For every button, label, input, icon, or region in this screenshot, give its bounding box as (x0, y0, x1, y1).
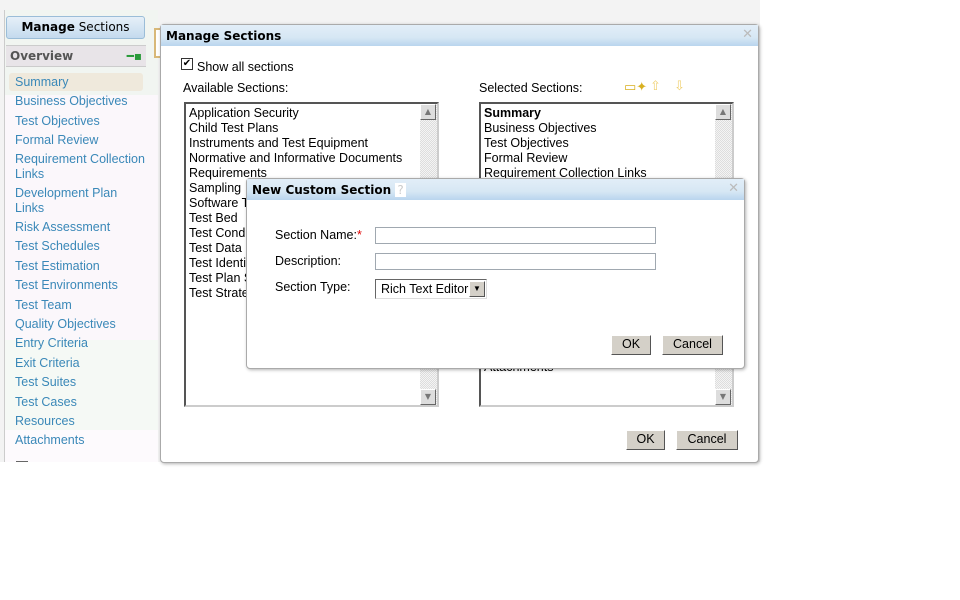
sidebar-item[interactable]: Business Objectives (15, 94, 128, 109)
sidebar-item[interactable]: Entry Criteria (15, 336, 88, 351)
list-item[interactable]: Instruments and Test Equipment (186, 136, 437, 151)
list-item[interactable]: Child Test Plans (186, 121, 437, 136)
close-icon[interactable]: ✕ (728, 182, 739, 196)
new-custom-section-dialog: New Custom Section ? ✕ Section Name:* Des… (246, 178, 745, 369)
sidebar-item[interactable]: Test Suites (15, 375, 76, 390)
cancel-button[interactable]: Cancel (662, 335, 723, 355)
sidebar-item[interactable]: Development Plan Links (15, 186, 117, 216)
available-label: Available Sections: (183, 81, 289, 95)
scroll-up-icon[interactable]: ▲ (715, 104, 731, 120)
sidebar-item[interactable]: Test Schedules (15, 239, 100, 254)
sidebar-item[interactable]: Attachments (15, 433, 84, 448)
dialog-title-bar: New Custom Section ? ✕ (247, 179, 744, 200)
dialog-title: Manage Sections (166, 29, 282, 43)
scroll-up-icon[interactable]: ▲ (420, 104, 436, 120)
ok-button[interactable]: OK (611, 335, 651, 355)
selected-label: Selected Sections: (479, 81, 583, 95)
show-all-label: Show all sections (197, 60, 294, 74)
sidebar-item[interactable]: Test Environments (15, 278, 118, 293)
sidebar-item[interactable]: Test Estimation (15, 259, 100, 274)
close-icon[interactable]: ✕ (742, 28, 753, 42)
show-all-sections-checkbox[interactable] (16, 461, 28, 463)
move-down-icon[interactable]: ⇩ (674, 79, 685, 94)
sidebar-item[interactable]: Formal Review (15, 133, 98, 148)
list-item[interactable]: Formal Review (481, 151, 732, 166)
overview-label: Overview (10, 49, 74, 63)
sidebar-item[interactable]: Test Team (15, 298, 72, 313)
section-type-value: Rich Text Editor (381, 282, 469, 296)
list-item[interactable]: Application Security (186, 106, 437, 121)
scroll-down-icon[interactable]: ▼ (420, 389, 436, 405)
manage-sections-button[interactable]: Manage Sections (6, 16, 145, 39)
list-item[interactable]: Test Objectives (481, 136, 732, 151)
section-type-select[interactable]: Rich Text Editor ▼ (375, 279, 487, 299)
ok-button[interactable]: OK (626, 430, 665, 450)
sidebar-item[interactable]: Requirement Collection Links (15, 152, 145, 182)
manage-label-bold: Manage (21, 20, 75, 34)
scroll-down-icon[interactable]: ▼ (715, 389, 731, 405)
sidebar-item[interactable]: Quality Objectives (15, 317, 116, 332)
section-name-input[interactable] (375, 227, 656, 244)
chevron-down-icon[interactable]: ▼ (469, 281, 485, 297)
manage-label-rest: Sections (74, 20, 130, 34)
sidebar-item[interactable]: Test Objectives (15, 114, 100, 129)
dialog-title-bar: Manage Sections ✕ (161, 25, 758, 46)
pin-icon[interactable]: ━▪ (127, 46, 142, 67)
dialog-title: New Custom Section (252, 183, 392, 197)
sidebar-item[interactable]: Resources (15, 414, 75, 429)
cancel-button[interactable]: Cancel (676, 430, 738, 450)
move-up-icon[interactable]: ⇧ (650, 79, 661, 94)
section-name-label: Section Name:* (275, 228, 362, 242)
list-item[interactable]: Normative and Informative Documents (186, 151, 437, 166)
show-all-checkbox[interactable]: ✔ (181, 58, 193, 70)
description-label: Description: (275, 254, 341, 268)
section-type-label: Section Type: (275, 280, 351, 294)
help-icon[interactable]: ? (395, 183, 406, 197)
sidebar-item[interactable]: Risk Assessment (15, 220, 110, 235)
overview-header[interactable]: Overview ━▪ (6, 45, 146, 67)
sidebar-item[interactable]: Exit Criteria (15, 356, 80, 371)
list-item[interactable]: Business Objectives (481, 121, 732, 136)
description-input[interactable] (375, 253, 656, 270)
sidebar-item[interactable]: Test Cases (15, 395, 77, 410)
sidebar-item[interactable]: Summary (15, 75, 68, 90)
new-section-icon[interactable]: ▭✦ (624, 80, 647, 95)
list-item[interactable]: Summary (481, 106, 732, 121)
